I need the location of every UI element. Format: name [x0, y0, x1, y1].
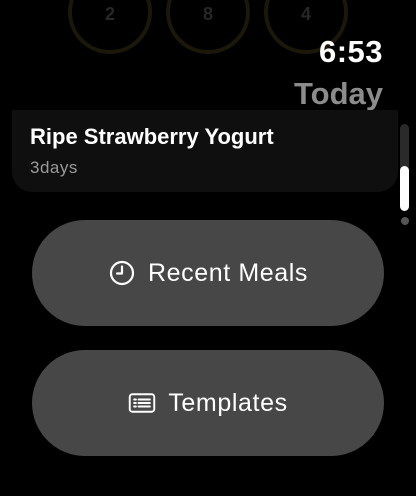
recent-meals-label: Recent Meals [147, 258, 309, 287]
templates-button[interactable]: Templates [32, 350, 384, 456]
food-item-title: Ripe Strawberry Yogurt [30, 124, 274, 149]
scroll-position-dot [401, 217, 409, 225]
food-item-subtitle: 3days [30, 158, 78, 177]
scroll-thumb[interactable] [400, 166, 409, 211]
clock-icon [108, 259, 136, 287]
ring-label: 4 [301, 4, 311, 24]
ring-label: 8 [203, 4, 213, 24]
templates-label: Templates [168, 388, 288, 417]
food-item-card[interactable]: Ripe Strawberry Yogurt 3days [12, 110, 398, 192]
list-icon [128, 389, 156, 417]
scroll-indicator[interactable] [398, 124, 410, 225]
clock-time: 6:53 [318, 34, 383, 69]
ring-label: 2 [105, 4, 115, 24]
page-title: Today [294, 76, 383, 111]
recent-meals-button[interactable]: Recent Meals [32, 220, 384, 326]
